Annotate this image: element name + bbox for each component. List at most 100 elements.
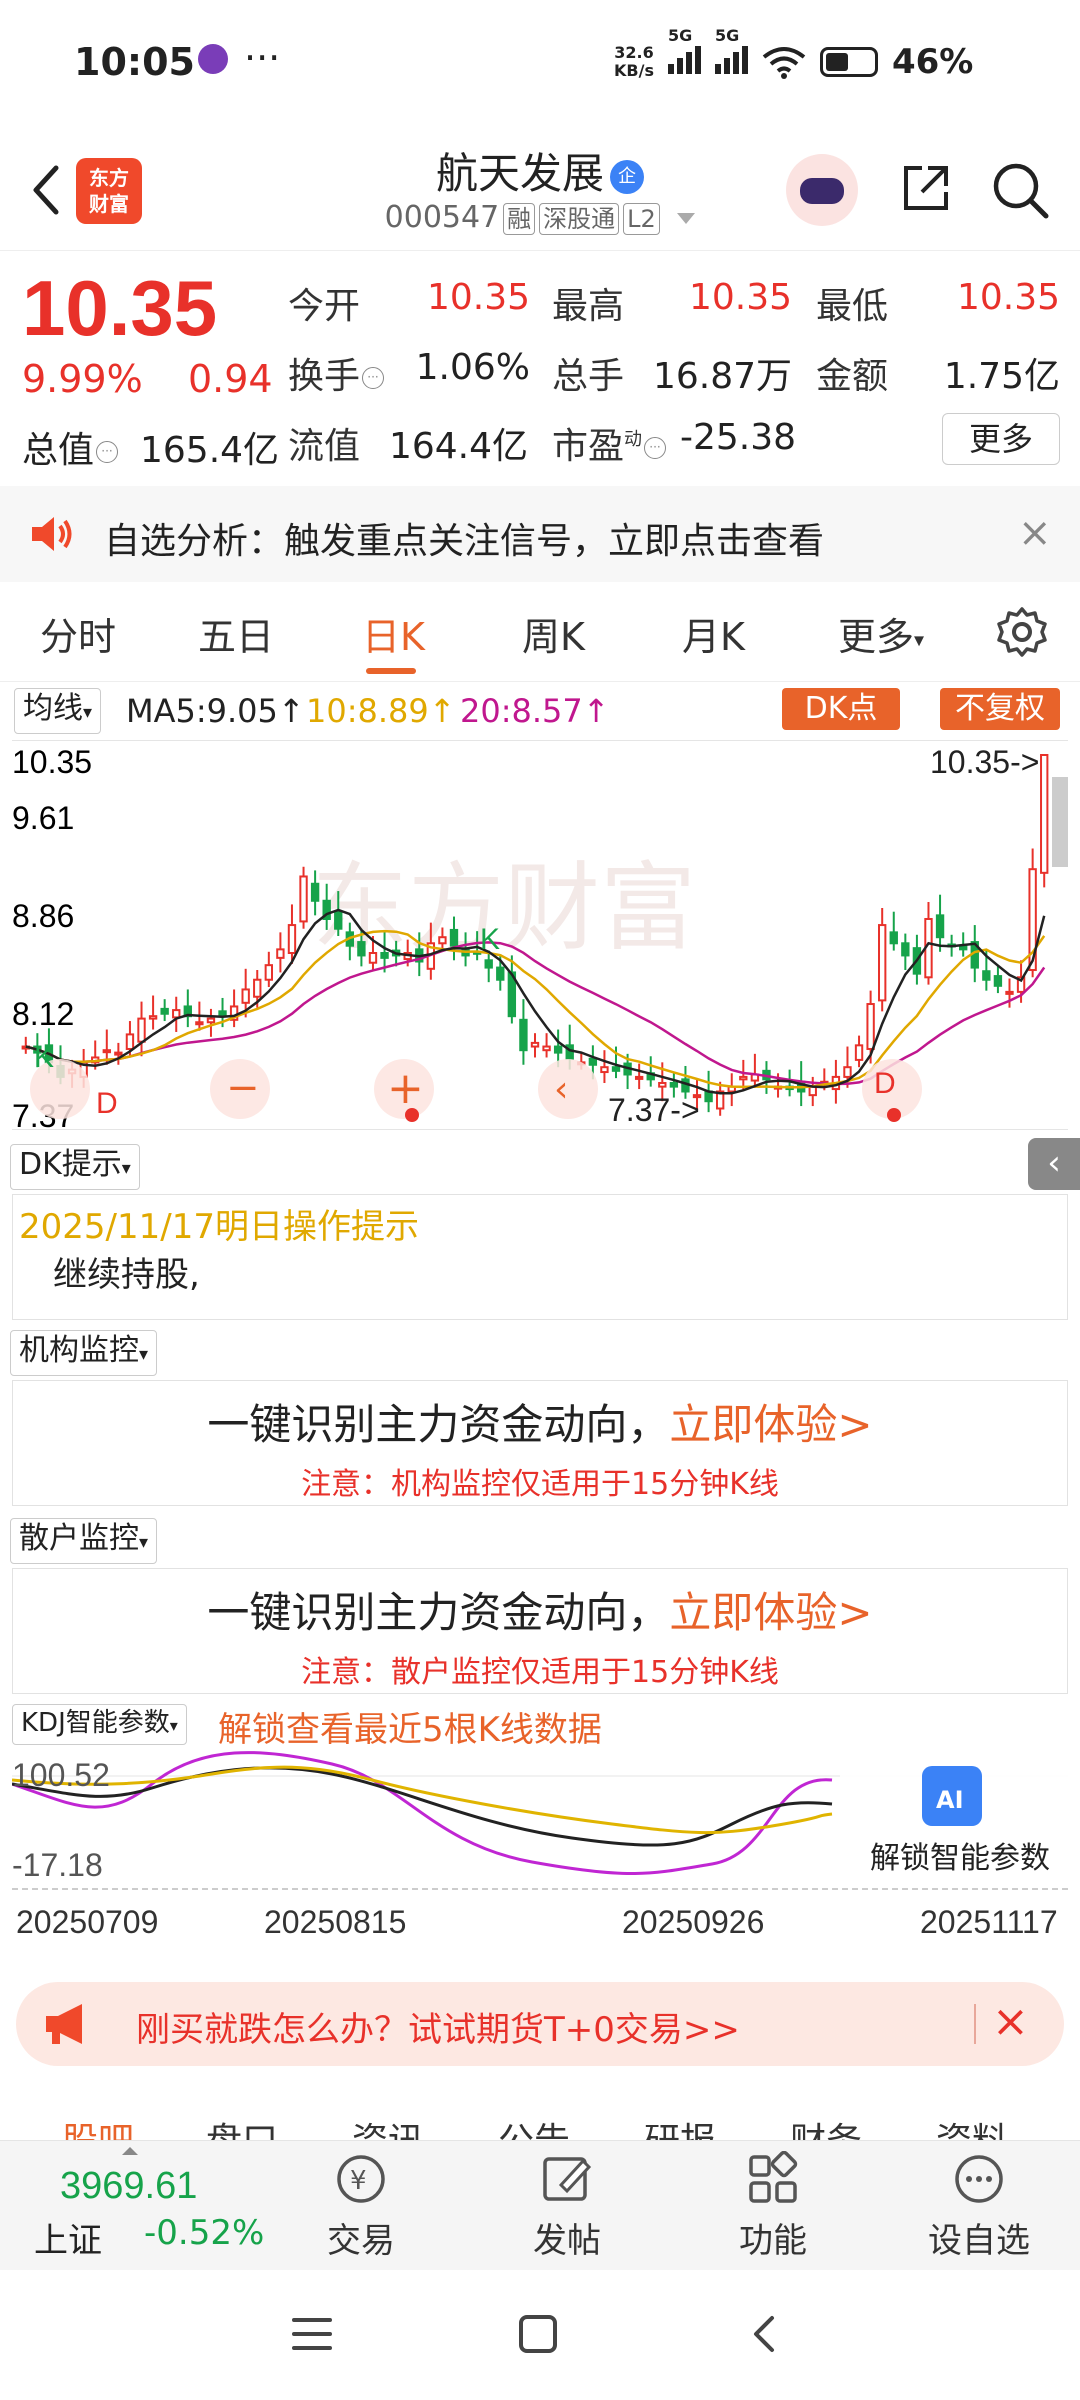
- retail-note: 注意：散户监控仅适用于15分钟K线: [301, 1655, 779, 1690]
- search-icon[interactable]: [990, 160, 1050, 220]
- net-speed-unit: KB/s: [614, 60, 654, 80]
- candle-body: [993, 975, 1003, 987]
- trade-button[interactable]: ¥ 交易: [296, 2151, 426, 2262]
- share-icon[interactable]: [898, 160, 954, 216]
- candle-body: [878, 924, 887, 1002]
- zoom-in-dot: [405, 1108, 419, 1122]
- inst-promo-line: 一键识别主力资金动向，立即体验>: [13, 1391, 1067, 1452]
- retail-monitor-selector[interactable]: 散户监控▾: [10, 1518, 158, 1564]
- status-bar: 10:05 ··· 32.6 KB/s 5G 5G 46%: [0, 0, 1080, 130]
- candle-body: [1040, 754, 1049, 874]
- kdj-selector[interactable]: KDJ智能参数▾: [12, 1704, 187, 1745]
- subtab-announcements[interactable]: 公告: [498, 2112, 570, 2140]
- inst-note: 注意：机构监控仅适用于15分钟K线: [301, 1467, 779, 1502]
- close-icon[interactable]: ×: [1018, 510, 1052, 556]
- menu-icon[interactable]: [290, 2314, 334, 2354]
- index-value[interactable]: 3969.61: [60, 2165, 197, 2208]
- pe-sup: 动: [624, 429, 643, 450]
- functions-button[interactable]: 功能: [708, 2151, 838, 2262]
- chevron-down-icon: [677, 213, 696, 224]
- change-value: 0.94: [188, 357, 273, 401]
- candle-body: [172, 1009, 181, 1019]
- enterprise-badge-icon: 企: [610, 159, 644, 194]
- back-icon[interactable]: [744, 2312, 784, 2356]
- candle-body: [496, 966, 505, 981]
- signal-d-marker-2: D: [874, 1067, 896, 1100]
- active-tab-indicator: [366, 668, 416, 674]
- chevron-left-icon: ‹: [554, 1069, 568, 1110]
- turnover-label[interactable]: 换手 ···: [288, 347, 385, 399]
- dk-tip-selector[interactable]: DK提示▾: [10, 1144, 140, 1190]
- kline-chart[interactable]: 东方财富 10.35 9.61 8.86 8.12 7.37 10.35-> 7…: [12, 740, 1068, 1134]
- dk-point-button[interactable]: DK点: [782, 688, 900, 730]
- tab-daily-k[interactable]: 日K: [362, 606, 425, 661]
- change-percent: 9.99%: [22, 357, 143, 401]
- candle-body: [669, 1081, 679, 1088]
- dk-tip-title: DK提示: [19, 1147, 122, 1182]
- subtab-profile[interactable]: 资料: [936, 2112, 1008, 2140]
- high-label: 最高: [552, 286, 625, 327]
- ma-selector[interactable]: 均线▾: [14, 688, 102, 734]
- pe-label[interactable]: 市盈动 ···: [552, 417, 667, 469]
- tab-more-label: 更多: [838, 615, 915, 659]
- robot-assistant-icon[interactable]: [786, 154, 858, 226]
- gear-icon[interactable]: [996, 606, 1048, 658]
- index-name: 上证: [34, 2221, 102, 2261]
- candle-body: [102, 1049, 111, 1054]
- close-icon[interactable]: ×: [992, 1996, 1029, 2047]
- kline-svg: 东方财富 10.35 9.61 8.86 8.12 7.37 10.35-> 7…: [12, 744, 1068, 1134]
- add-watchlist-button[interactable]: 设自选: [914, 2151, 1044, 2262]
- candle-body: [530, 1041, 540, 1048]
- system-nav-bar: [0, 2270, 1080, 2400]
- no-adjust-button[interactable]: 不复权: [940, 688, 1060, 730]
- tab-weekly-k[interactable]: 周K: [522, 606, 585, 661]
- home-icon[interactable]: [516, 2312, 560, 2356]
- net-speed: 32.6 KB/s: [614, 43, 654, 80]
- tab-more[interactable]: 更多▾: [838, 606, 924, 661]
- kdj-chart[interactable]: 100.52 -17.18 AI 解锁智能参数: [11, 1744, 1068, 1884]
- retail-monitor-panel[interactable]: 一键识别主力资金动向，立即体验> 注意：散户监控仅适用于15分钟K线: [12, 1568, 1068, 1694]
- subtab-orderbook[interactable]: 盘口: [206, 2112, 278, 2140]
- tab-monthly-k[interactable]: 月K: [682, 606, 745, 661]
- tab-five-day[interactable]: 五日: [198, 606, 274, 661]
- subtab-financials[interactable]: 财务: [790, 2112, 862, 2140]
- candle-body: [357, 941, 366, 957]
- subtab-research[interactable]: 研报: [644, 2112, 716, 2140]
- kdj-selector-label: KDJ智能参数: [21, 1708, 170, 1738]
- megaphone-icon: [46, 2004, 82, 2044]
- chart-scrollbar[interactable]: [1052, 777, 1068, 867]
- bottom-action-bar: 3969.61 上证 -0.52% ¥ 交易 发帖 功能 设自选: [0, 2140, 1080, 2270]
- candle-body: [634, 1075, 644, 1080]
- caret-down-icon: ▾: [139, 1532, 149, 1553]
- candle-body: [1005, 990, 1014, 995]
- date-label-2: 20250926: [622, 1904, 765, 1940]
- collapse-panel-icon[interactable]: ‹: [1028, 1138, 1080, 1190]
- inst-monitor-selector[interactable]: 机构监控▾: [10, 1330, 158, 1376]
- inst-try-link[interactable]: 立即体验>: [669, 1400, 872, 1449]
- tab-intraday[interactable]: 分时: [40, 606, 116, 661]
- candle-body: [114, 1051, 123, 1056]
- status-time: 10:05: [74, 40, 195, 84]
- ma10-text: 10:8.89: [306, 692, 429, 730]
- post-button[interactable]: 发帖: [502, 2151, 632, 2262]
- total-cap-label[interactable]: 总值 ···: [22, 421, 119, 473]
- kdj-unlock-button[interactable]: 解锁智能参数: [870, 1841, 1050, 1876]
- futures-promo-banner[interactable]: 刚买就跌怎么办？试试期货T+0交易>> ×: [16, 1982, 1064, 2066]
- subtab-forum[interactable]: 股吧: [62, 2112, 134, 2140]
- open-label: 今开: [288, 286, 361, 327]
- subtab-news[interactable]: 资讯: [352, 2112, 424, 2140]
- inst-monitor-panel[interactable]: 一键识别主力资金动向，立即体验> 注意：机构监控仅适用于15分钟K线: [12, 1380, 1068, 1506]
- functions-label: 功能: [739, 2221, 807, 2261]
- kdj-y-bottom: -17.18: [12, 1847, 103, 1883]
- watchlist-alert-banner[interactable]: 自选分析：触发重点关注信号，立即点击查看 ×: [0, 486, 1080, 582]
- candle-body: [739, 1075, 748, 1081]
- dk-tip-date: 2025/11/17明日操作提示: [19, 1207, 419, 1247]
- ma20-value: 20:8.57↑: [460, 692, 610, 730]
- post-label: 发帖: [533, 2221, 601, 2261]
- more-button[interactable]: 更多: [942, 413, 1060, 465]
- retail-try-link[interactable]: 立即体验>: [669, 1588, 872, 1637]
- trade-icon: ¥: [337, 2155, 385, 2203]
- connect-tag: 深股通: [539, 203, 620, 235]
- inst-monitor-title: 机构监控: [19, 1333, 139, 1368]
- candle-body: [600, 1066, 609, 1074]
